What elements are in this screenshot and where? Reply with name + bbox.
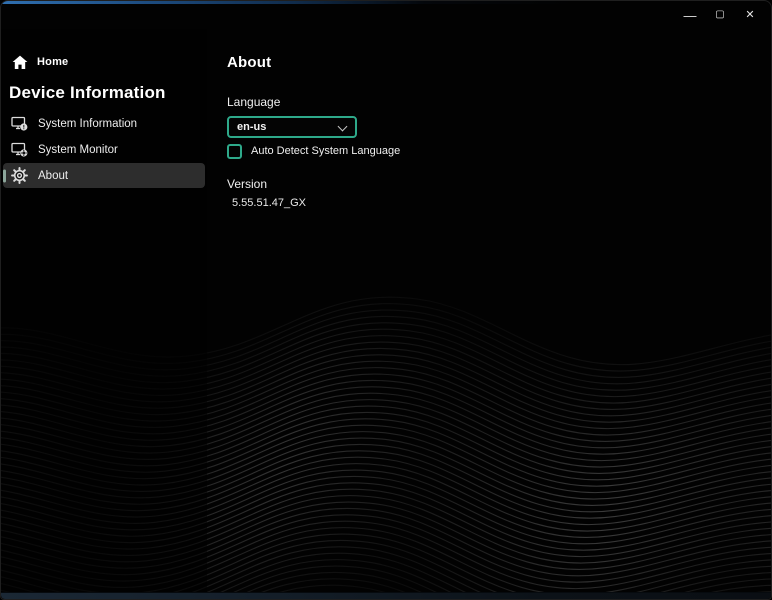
selected-indicator	[3, 169, 6, 182]
home-icon	[11, 54, 28, 71]
auto-detect-label: Auto Detect System Language	[251, 145, 401, 157]
language-label: Language	[227, 95, 281, 109]
sidebar-section-title: Device Information	[9, 83, 166, 102]
gear-icon	[11, 167, 28, 184]
window-bottom-edge	[1, 592, 771, 599]
home-label: Home	[37, 56, 69, 68]
page-title: About	[227, 54, 272, 71]
auto-detect-checkbox[interactable]	[227, 143, 242, 159]
window-top-accent-border	[1, 1, 771, 4]
sidebar-item-about[interactable]: About	[3, 163, 205, 188]
close-button[interactable]: ✕	[735, 3, 765, 27]
language-dropdown[interactable]: en-us	[227, 116, 357, 138]
monitor-info-icon	[11, 115, 28, 132]
titlebar: — ▢ ✕	[1, 1, 771, 29]
sidebar-item-label: System Information	[38, 117, 138, 130]
sidebar-item-home[interactable]: Home	[11, 53, 207, 71]
sidebar-item-system-monitor[interactable]: System Monitor	[3, 137, 205, 162]
maximize-button[interactable]: ▢	[705, 3, 735, 27]
sidebar: Home Device Information System Informati…	[1, 29, 207, 592]
monitor-gear-icon	[11, 141, 28, 158]
chevron-down-icon	[339, 121, 347, 129]
version-value: 5.55.51.47_GX	[232, 197, 307, 209]
language-dropdown-value: en-us	[237, 121, 267, 133]
app-window: — ▢ ✕ Home Device Information System Inf…	[0, 0, 772, 600]
sidebar-item-label: About	[38, 169, 69, 182]
version-label: Version	[227, 177, 268, 191]
sidebar-item-system-information[interactable]: System Information	[3, 111, 205, 136]
minimize-button[interactable]: —	[675, 3, 705, 27]
sidebar-item-label: System Monitor	[38, 143, 118, 156]
auto-detect-row: Auto Detect System Language	[227, 143, 771, 159]
main-content: About Language en-us Auto Detect System …	[207, 29, 771, 209]
